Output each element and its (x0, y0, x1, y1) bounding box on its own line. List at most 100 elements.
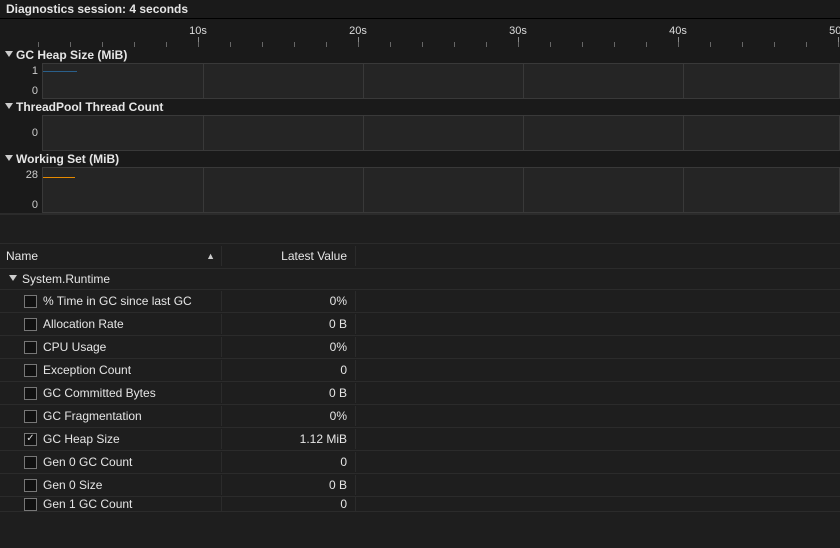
counter-row[interactable]: CPU Usage0% (0, 336, 840, 359)
counter-value-cell: 1.12 MiB (222, 429, 356, 449)
ruler-minor-tick (614, 42, 615, 47)
chart-threadpool-count: ThreadPool Thread Count 0 (0, 99, 840, 151)
chart-y-axis: 0 (0, 115, 42, 151)
counter-value-cell: 0 B (222, 383, 356, 403)
chart-gridline (523, 64, 524, 98)
counter-value-cell: 0% (222, 406, 356, 426)
ruler-minor-tick (230, 42, 231, 47)
counter-name-cell: GC Heap Size (0, 429, 222, 449)
counter-checkbox[interactable] (24, 479, 37, 492)
counter-row[interactable]: Allocation Rate 0 B (0, 313, 840, 336)
chart-gridline (363, 64, 364, 98)
sparkline (43, 68, 77, 72)
counter-value-cell: 0 (222, 497, 356, 512)
chart-gridline (203, 64, 204, 98)
counter-row[interactable]: % Time in GC since last GC0% (0, 290, 840, 313)
counter-checkbox[interactable] (24, 387, 37, 400)
chart-plot-area[interactable] (42, 63, 840, 99)
counter-checkbox[interactable] (24, 410, 37, 423)
ruler-minor-tick (646, 42, 647, 47)
disclosure-triangle-icon[interactable] (4, 50, 14, 60)
ruler-minor-tick (390, 42, 391, 47)
timeline-ruler[interactable]: 10s20s30s40s50s (0, 19, 840, 47)
counter-value-cell: 0 (222, 452, 356, 472)
diagnostics-top-pane: Diagnostics session: 4 seconds 10s20s30s… (0, 0, 840, 215)
chart-title-text: GC Heap Size (MiB) (16, 48, 127, 62)
ruler-minor-tick (70, 42, 71, 47)
counter-checkbox[interactable] (24, 456, 37, 469)
ruler-minor-tick (294, 42, 295, 47)
counter-checkbox[interactable] (24, 364, 37, 377)
disclosure-triangle-icon[interactable] (4, 102, 14, 112)
chart-working-set: Working Set (MiB) 28 0 (0, 151, 840, 213)
chart-gridline (203, 168, 204, 212)
column-header-name[interactable]: Name ▲ (0, 246, 222, 266)
counter-name-label: GC Heap Size (43, 432, 120, 446)
counter-name-label: Gen 0 GC Count (43, 455, 132, 469)
counter-row[interactable]: GC Heap Size 1.12 MiB (0, 428, 840, 451)
counter-value-cell: 0 B (222, 314, 356, 334)
counter-name-label: GC Fragmentation (43, 409, 142, 423)
counter-value-cell: 0% (222, 291, 356, 311)
chart-gridline (363, 116, 364, 150)
chart-plot-area[interactable] (42, 115, 840, 151)
ruler-minor-tick (774, 42, 775, 47)
chart-gridline (683, 116, 684, 150)
ruler-minor-tick (422, 42, 423, 47)
counter-row[interactable]: GC Committed Bytes 0 B (0, 382, 840, 405)
ruler-minor-tick (582, 42, 583, 47)
ruler-minor-tick (102, 42, 103, 47)
counter-name-cell: CPU Usage (0, 337, 222, 357)
ruler-label: 50s (829, 25, 840, 37)
chart-title-row[interactable]: GC Heap Size (MiB) (0, 47, 840, 63)
counter-name-cell: Exception Count (0, 360, 222, 380)
chart-y-axis: 28 0 (0, 167, 42, 213)
counter-name-label: Gen 1 GC Count (43, 497, 132, 511)
counter-row[interactable]: Exception Count 0 (0, 359, 840, 382)
chart-gridline (523, 168, 524, 212)
counter-row[interactable]: Gen 1 GC Count 0 (0, 497, 840, 512)
ruler-label: 30s (509, 25, 527, 37)
counter-checkbox[interactable] (24, 433, 37, 446)
disclosure-triangle-icon[interactable] (8, 274, 18, 284)
sort-ascending-icon[interactable]: ▲ (206, 251, 215, 261)
ruler-minor-tick (166, 42, 167, 47)
counter-checkbox[interactable] (24, 498, 37, 511)
counter-name-label: Allocation Rate (43, 317, 124, 331)
counter-value-cell: 0 (222, 360, 356, 380)
chart-title-text: ThreadPool Thread Count (16, 100, 163, 114)
counter-row[interactable]: Gen 0 GC Count 0 (0, 451, 840, 474)
counter-name-label: Exception Count (43, 363, 131, 377)
ruler-minor-tick (710, 42, 711, 47)
ruler-minor-tick (358, 42, 359, 47)
counter-row[interactable]: GC Fragmentation 0% (0, 405, 840, 428)
column-header-value[interactable]: Latest Value (222, 246, 356, 266)
ruler-minor-tick (838, 42, 839, 47)
ruler-minor-tick (518, 42, 519, 47)
chart-gridline (683, 168, 684, 212)
session-header: Diagnostics session: 4 seconds (0, 0, 840, 19)
ruler-label: 20s (349, 25, 367, 37)
counter-name-cell: % Time in GC since last GC (0, 291, 222, 311)
counter-name-cell: Gen 0 GC Count (0, 452, 222, 472)
counter-checkbox[interactable] (24, 341, 37, 354)
counter-row[interactable]: Gen 0 Size0 B (0, 474, 840, 497)
ruler-minor-tick (486, 42, 487, 47)
counter-checkbox[interactable] (24, 295, 37, 308)
ruler-minor-tick (262, 42, 263, 47)
chart-title-row[interactable]: ThreadPool Thread Count (0, 99, 840, 115)
ruler-minor-tick (38, 42, 39, 47)
counter-checkbox[interactable] (24, 318, 37, 331)
chart-title-row[interactable]: Working Set (MiB) (0, 151, 840, 167)
counter-group-label: System.Runtime (22, 272, 110, 286)
counter-name-cell: GC Fragmentation (0, 406, 222, 426)
counter-value-cell: 0% (222, 337, 356, 357)
counters-table: Name ▲ Latest Value System.Runtime % Tim… (0, 243, 840, 512)
counter-name-label: GC Committed Bytes (43, 386, 156, 400)
chart-plot-area[interactable] (42, 167, 840, 213)
disclosure-triangle-icon[interactable] (4, 154, 14, 164)
counter-group-row[interactable]: System.Runtime (0, 269, 840, 290)
counter-name-cell: GC Committed Bytes (0, 383, 222, 403)
chart-gridline (683, 64, 684, 98)
counters-header-row: Name ▲ Latest Value (0, 244, 840, 269)
